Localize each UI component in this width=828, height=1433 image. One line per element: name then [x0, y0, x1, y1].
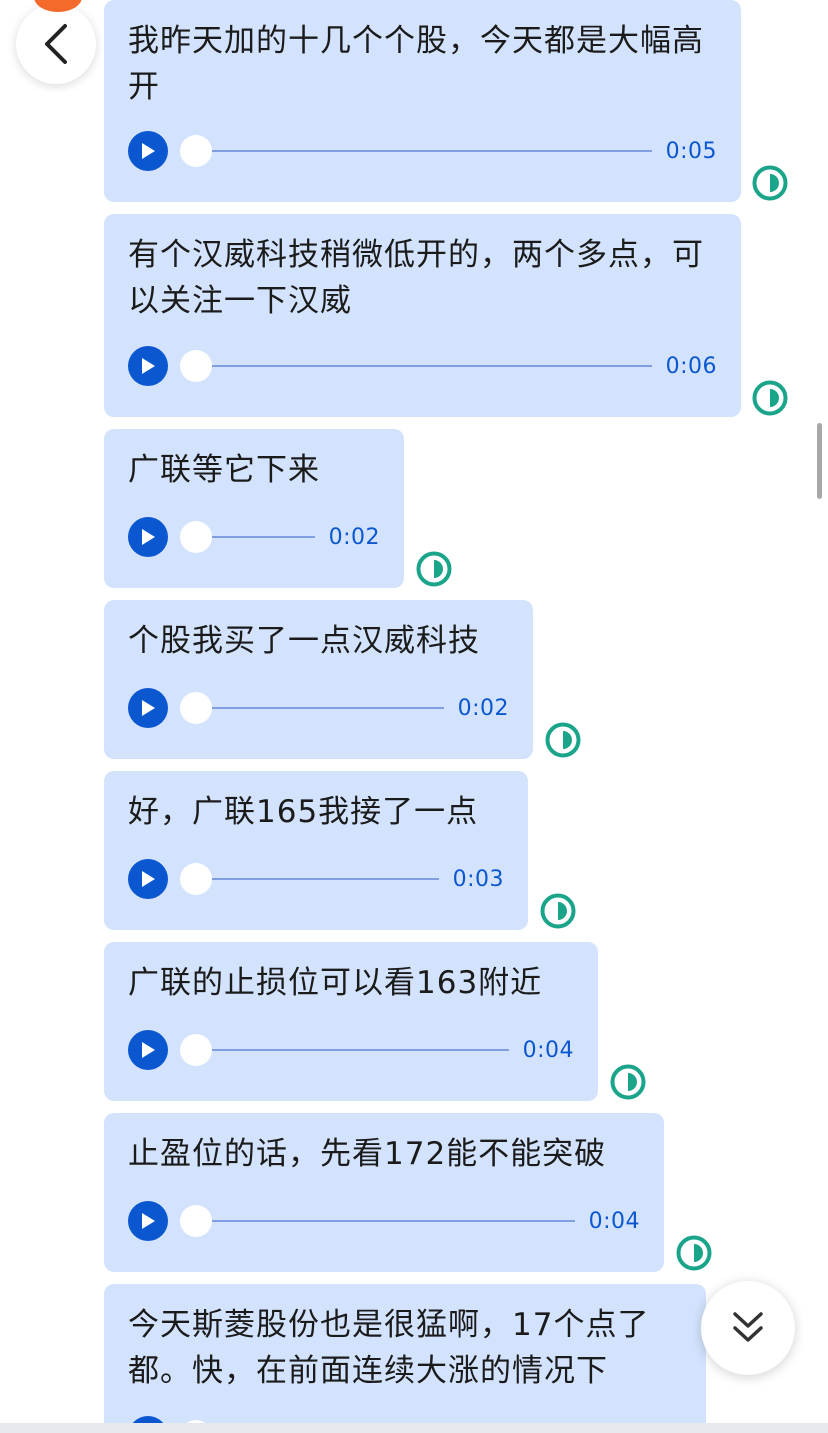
audio-slider-knob[interactable]: [180, 1205, 212, 1237]
transcript-text: 止盈位的话，先看172能不能突破: [128, 1136, 607, 1172]
play-button[interactable]: [128, 859, 168, 899]
play-icon: [142, 358, 155, 374]
audio-slider-knob[interactable]: [180, 350, 212, 382]
transcript-text: 我昨天加的十几个个股，今天都是大幅高开: [128, 23, 704, 105]
transcript-text: 个股我买了一点汉威科技: [128, 623, 480, 659]
play-button[interactable]: [128, 688, 168, 728]
audio-track-line: [190, 1220, 575, 1222]
audio-duration: 0:04: [588, 1208, 640, 1234]
transcript-text: 好，广联165我接了一点: [128, 794, 479, 830]
scroll-to-bottom-button[interactable]: [701, 1281, 795, 1375]
audio-track-line: [190, 878, 439, 880]
audio-duration: 0:04: [522, 1037, 574, 1063]
audio-duration: 0:02: [328, 524, 380, 550]
audio-player: 0:04: [128, 1030, 574, 1070]
play-button[interactable]: [128, 131, 168, 171]
play-icon: [142, 529, 155, 545]
audio-track-line: [190, 150, 652, 152]
audio-player: 0:05: [128, 131, 717, 171]
half-circle-status-icon: [752, 380, 788, 416]
half-circle-status-icon: [416, 551, 452, 587]
play-icon: [142, 143, 155, 159]
bottom-bar: [0, 1423, 828, 1433]
audio-slider-knob[interactable]: [180, 521, 212, 553]
half-circle-status-icon: [610, 1064, 646, 1100]
audio-duration: 0:03: [452, 866, 504, 892]
play-button[interactable]: [128, 346, 168, 386]
voice-message-bubble[interactable]: 广联的止损位可以看163附近 0:04: [104, 942, 598, 1101]
audio-progress-slider[interactable]: [180, 135, 652, 167]
audio-progress-slider[interactable]: [180, 350, 652, 382]
voice-message-bubble[interactable]: 有个汉威科技稍微低开的，两个多点，可以关注一下汉威 0:06: [104, 214, 741, 417]
transcript-text: 有个汉威科技稍微低开的，两个多点，可以关注一下汉威: [128, 237, 704, 319]
audio-player: 0:02: [128, 688, 509, 728]
audio-duration: 0:05: [665, 138, 717, 164]
audio-player: 0:02: [128, 517, 380, 557]
audio-slider-knob[interactable]: [180, 692, 212, 724]
voice-message-bubble[interactable]: 个股我买了一点汉威科技 0:02: [104, 600, 533, 759]
audio-progress-slider[interactable]: [180, 1205, 575, 1237]
voice-message-bubble[interactable]: 广联等它下来 0:02: [104, 429, 404, 588]
play-button[interactable]: [128, 1030, 168, 1070]
audio-progress-slider[interactable]: [180, 692, 444, 724]
voice-message-bubble[interactable]: 我昨天加的十几个个股，今天都是大幅高开 0:05: [104, 0, 741, 202]
play-button[interactable]: [128, 517, 168, 557]
audio-duration: 0:02: [457, 695, 509, 721]
transcript-text: 今天斯菱股份也是很猛啊，17个点了都。快，在前面连续大涨的情况下: [128, 1307, 650, 1389]
play-icon: [142, 1042, 155, 1058]
voice-message-bubble[interactable]: 好，广联165我接了一点 0:03: [104, 771, 528, 930]
scrollbar-thumb[interactable]: [817, 423, 822, 499]
play-icon: [142, 1213, 155, 1229]
play-icon: [142, 700, 155, 716]
audio-track-line: [190, 1049, 509, 1051]
message-list: 我昨天加的十几个个股，今天都是大幅高开 0:05 有个汉威科技稍微低开的，两个多…: [0, 0, 828, 1433]
transcript-text: 广联等它下来: [128, 452, 320, 488]
half-circle-status-icon: [676, 1235, 712, 1271]
transcript-text: 广联的止损位可以看163附近: [128, 965, 543, 1001]
audio-progress-slider[interactable]: [180, 1034, 509, 1066]
voice-message-bubble[interactable]: 今天斯菱股份也是很猛啊，17个点了都。快，在前面连续大涨的情况下: [104, 1284, 706, 1433]
half-circle-status-icon: [540, 893, 576, 929]
half-circle-status-icon: [545, 722, 581, 758]
audio-track-line: [190, 707, 444, 709]
chevron-left-icon: [45, 24, 67, 64]
audio-duration: 0:06: [665, 353, 717, 379]
play-button[interactable]: [128, 1201, 168, 1241]
audio-progress-slider[interactable]: [180, 521, 315, 553]
audio-slider-knob[interactable]: [180, 1034, 212, 1066]
play-icon: [142, 871, 155, 887]
half-circle-status-icon: [752, 165, 788, 201]
audio-player: 0:04: [128, 1201, 640, 1241]
double-chevron-down-icon: [733, 1312, 763, 1342]
audio-slider-knob[interactable]: [180, 135, 212, 167]
audio-track-line: [190, 365, 652, 367]
audio-slider-knob[interactable]: [180, 863, 212, 895]
voice-message-bubble[interactable]: 止盈位的话，先看172能不能突破 0:04: [104, 1113, 664, 1272]
audio-progress-slider[interactable]: [180, 863, 439, 895]
audio-player: 0:06: [128, 346, 717, 386]
back-button[interactable]: [16, 4, 96, 84]
audio-player: 0:03: [128, 859, 504, 899]
